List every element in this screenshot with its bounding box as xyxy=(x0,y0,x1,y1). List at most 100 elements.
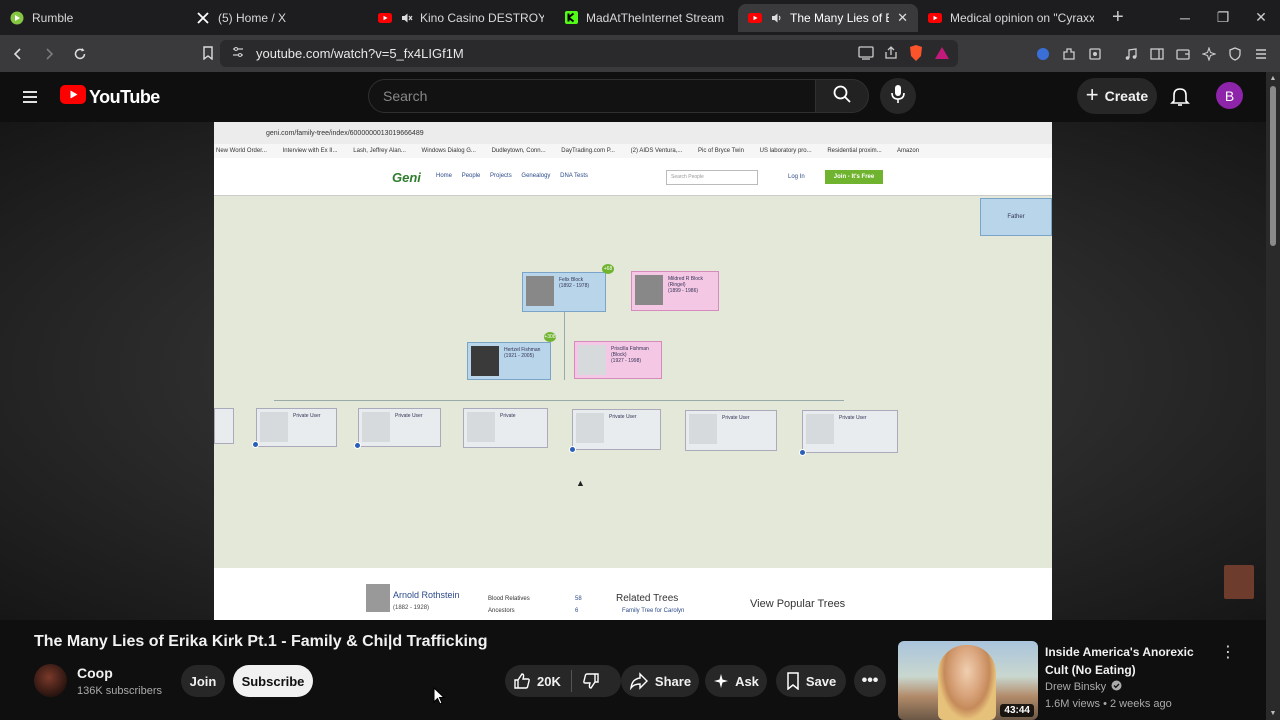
geni-search-box: Search People xyxy=(666,170,758,185)
page-scrollbar[interactable]: ▲ ▼ xyxy=(1266,72,1280,720)
tree-connector xyxy=(564,310,565,344)
scroll-up-icon[interactable]: ▲ xyxy=(1269,75,1277,82)
search-input[interactable] xyxy=(368,79,816,113)
more-horizontal-icon: ••• xyxy=(861,672,879,689)
sidebar-icon[interactable] xyxy=(1144,41,1170,67)
save-button[interactable]: Save xyxy=(776,665,846,697)
geni-profile-panel: Arnold Rothstein (1882 - 1928) Blood Rel… xyxy=(214,568,1052,620)
extensions-icon[interactable] xyxy=(1056,41,1082,67)
scrollbar-thumb[interactable] xyxy=(1270,86,1276,246)
person-photo xyxy=(576,413,604,443)
floating-avatar[interactable] xyxy=(1224,565,1254,599)
forward-icon[interactable] xyxy=(36,41,62,67)
recommended-video-title[interactable]: Inside America's Anorexic Cult (No Eatin… xyxy=(1045,643,1215,679)
channel-avatar[interactable] xyxy=(34,664,67,697)
youtube-icon xyxy=(378,11,392,25)
tree-node-person: Mildred R Block (Ringel) (1899 - 1986) xyxy=(631,271,719,311)
person-photo xyxy=(260,412,288,442)
browser-tab[interactable]: MadAtTheInternet Stream - xyxy=(554,4,738,32)
restore-icon[interactable]: ❐ xyxy=(1204,9,1242,26)
close-window-icon[interactable]: ✕ xyxy=(1242,9,1280,26)
person-photo xyxy=(526,276,554,306)
vpn-shield-icon[interactable] xyxy=(1222,41,1248,67)
dislike-thumb-icon[interactable] xyxy=(582,672,600,690)
vpn-icon[interactable] xyxy=(1030,41,1056,67)
video-title: The Many Lies of Erika Kirk Pt.1 - Famil… xyxy=(34,633,488,650)
browser-tab[interactable]: Kino Casino DESTROYS DSP xyxy=(368,4,554,32)
tree-node-private: Private xyxy=(463,408,548,448)
back-icon[interactable] xyxy=(5,41,31,67)
tree-node-private xyxy=(214,408,234,444)
video-player[interactable]: geni.com/family-tree/index/6000000013019… xyxy=(0,122,1266,620)
share-arrow-icon xyxy=(629,672,649,690)
music-icon[interactable] xyxy=(1118,41,1144,67)
verified-check-icon xyxy=(1111,680,1122,694)
share-button[interactable]: Share xyxy=(621,665,699,697)
tree-node-person: Hertzel Fishman (1921 - 2005) xyxy=(467,342,551,380)
geni-login: Log In xyxy=(788,174,805,180)
mouse-cursor-icon xyxy=(433,686,446,710)
browser-tab-strip: Rumble (5) Home / X Kino Casino DESTROYS… xyxy=(0,0,1280,35)
like-count[interactable]: 20K xyxy=(537,674,561,689)
related-trees-heading: Related Trees xyxy=(616,593,679,604)
bookmark-save-icon xyxy=(786,672,800,690)
ask-button[interactable]: Ask xyxy=(705,665,767,697)
recommendation-menu-icon[interactable]: ⋮ xyxy=(1220,642,1236,662)
site-info-icon[interactable] xyxy=(232,46,244,61)
browser-tab[interactable]: (5) Home / X xyxy=(186,4,368,32)
brave-shields-icon[interactable] xyxy=(908,44,924,65)
menu-lines-icon[interactable] xyxy=(1248,41,1274,67)
more-actions-button[interactable]: ••• xyxy=(854,665,886,697)
person-photo xyxy=(471,346,499,376)
tree-node-person: Felix Block (1892 - 1978) xyxy=(522,272,606,312)
new-tab-icon[interactable]: + xyxy=(1112,6,1124,29)
youtube-logo[interactable]: YouTube xyxy=(60,85,160,109)
leo-ai-icon[interactable] xyxy=(1196,41,1222,67)
speaker-muted-icon[interactable] xyxy=(400,11,414,25)
scroll-down-icon[interactable]: ▼ xyxy=(1269,710,1277,717)
expand-node-icon xyxy=(252,441,259,448)
video-cursor-icon: ▲ xyxy=(576,478,585,488)
thumbnail-image xyxy=(938,645,996,720)
share-page-icon[interactable] xyxy=(884,46,898,63)
url-field[interactable]: youtube.com/watch?v=5_fx4LIGf1M xyxy=(220,40,958,67)
browser-tab-active[interactable]: The Many Lies of Erika K ✕ xyxy=(738,3,918,32)
brave-rewards-icon[interactable] xyxy=(934,45,950,64)
screenshot-icon[interactable] xyxy=(1082,41,1108,67)
notifications-bell-icon[interactable] xyxy=(1168,84,1192,113)
recommended-video-thumbnail[interactable]: 43:44 xyxy=(898,641,1038,720)
geni-nav-links: Home People Projects Genealogy DNA Tests xyxy=(436,173,589,179)
cast-icon[interactable] xyxy=(858,46,874,63)
reload-icon[interactable] xyxy=(67,41,93,67)
tree-node-private: Private User xyxy=(685,410,777,451)
plus-icon: + xyxy=(1085,81,1099,107)
person-photo xyxy=(689,414,717,444)
relatives-badge: +68 xyxy=(602,264,614,274)
browser-tab[interactable]: Rumble xyxy=(0,4,186,32)
address-bar: youtube.com/watch?v=5_fx4LIGf1M xyxy=(0,35,1280,72)
search-button[interactable] xyxy=(815,79,869,113)
tree-node-private: Private User xyxy=(256,408,337,447)
like-thumb-icon[interactable] xyxy=(513,672,531,690)
subscribe-button[interactable]: Subscribe xyxy=(233,665,313,697)
hamburger-menu-icon[interactable] xyxy=(18,85,42,114)
like-dislike-group: 20K xyxy=(505,665,621,697)
minimize-icon[interactable]: ─ xyxy=(1166,10,1204,26)
create-button[interactable]: + Create xyxy=(1077,78,1157,114)
channel-name[interactable]: Coop xyxy=(77,665,113,681)
youtube-icon xyxy=(748,11,762,25)
account-avatar[interactable]: B xyxy=(1216,82,1243,109)
recommended-channel[interactable]: Drew Binsky xyxy=(1045,680,1122,694)
person-photo xyxy=(362,412,390,442)
popular-trees-heading: View Popular Trees xyxy=(750,598,846,610)
bookmark-icon[interactable] xyxy=(195,40,221,66)
browser-tab[interactable]: Medical opinion on "Cyraxx"'s m xyxy=(918,4,1104,32)
wallet-icon[interactable] xyxy=(1170,41,1196,67)
recommended-video-meta: 1.6M views • 2 weeks ago xyxy=(1045,698,1172,710)
speaker-icon[interactable] xyxy=(770,11,784,25)
close-tab-icon[interactable]: ✕ xyxy=(897,10,908,26)
join-button[interactable]: Join xyxy=(181,665,225,697)
voice-search-button[interactable] xyxy=(880,78,916,114)
person-photo xyxy=(806,414,834,444)
youtube-header: YouTube + Create B xyxy=(0,72,1280,122)
